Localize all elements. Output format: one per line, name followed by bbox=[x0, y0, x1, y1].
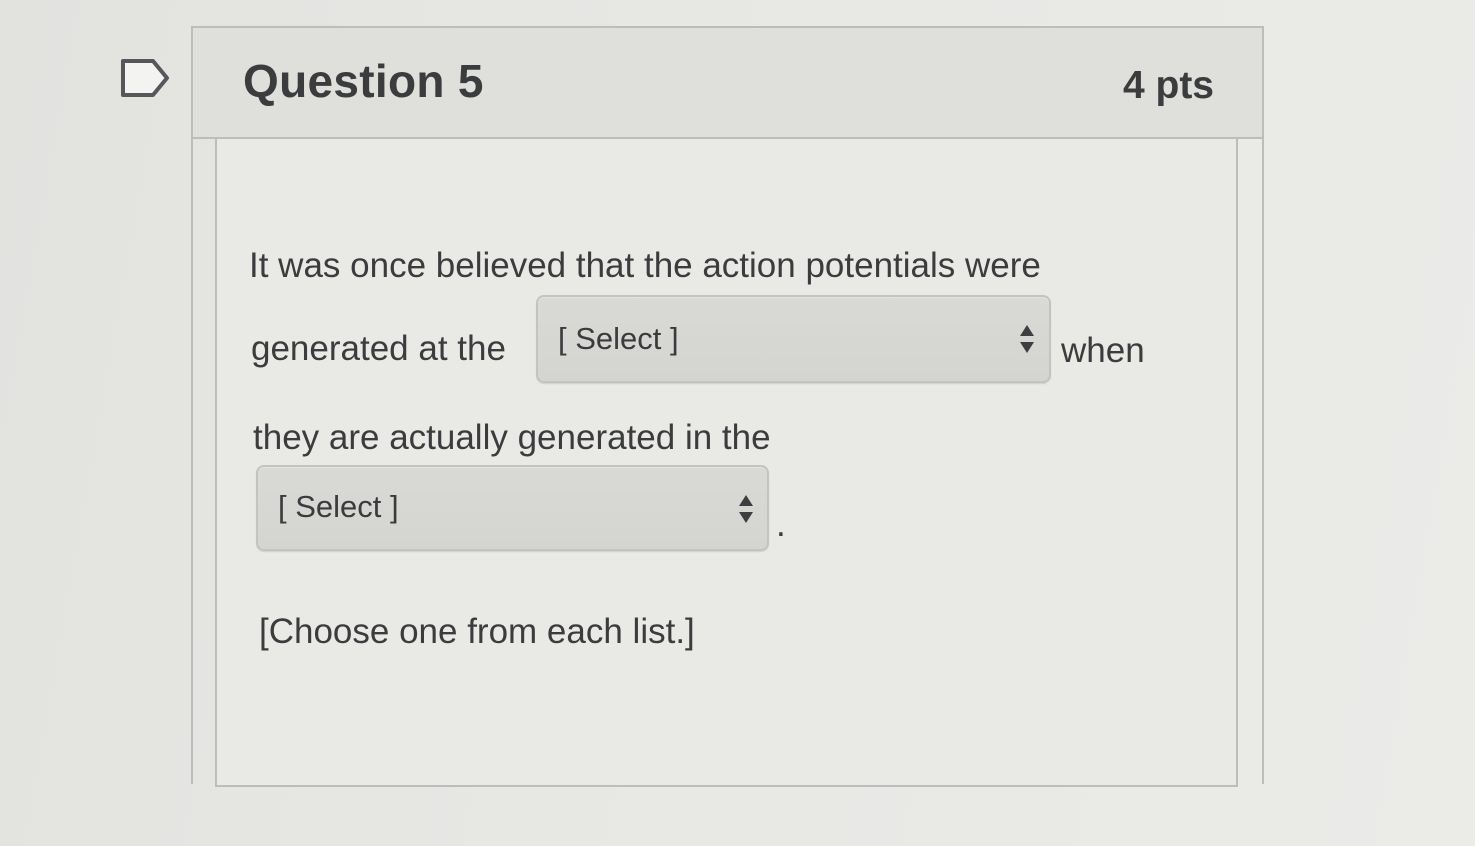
up-down-arrows-icon bbox=[1020, 325, 1034, 353]
blank-1-selected-value: [ Select ] bbox=[558, 321, 679, 356]
question-text-line3: they are actually generated in the bbox=[253, 418, 771, 457]
question-text-line2-suffix: when bbox=[1061, 331, 1145, 370]
blank-2-dropdown[interactable]: [ Select ] bbox=[256, 465, 769, 551]
question-header: Question 5 4 pts bbox=[193, 28, 1262, 139]
sentence-period: . bbox=[776, 505, 786, 544]
instruction-text: [Choose one from each list.] bbox=[259, 612, 695, 651]
question-body bbox=[215, 139, 1238, 787]
blank-1-dropdown[interactable]: [ Select ] bbox=[536, 295, 1051, 383]
question-text-line1: It was once believed that the action pot… bbox=[249, 246, 1041, 285]
question-points: 4 pts bbox=[1122, 64, 1214, 107]
blank-2-selected-value: [ Select ] bbox=[278, 489, 399, 524]
question-card: Question 5 4 pts bbox=[191, 26, 1264, 787]
up-down-arrows-icon bbox=[739, 495, 753, 523]
question-text-line2-prefix: generated at the bbox=[251, 329, 506, 368]
flag-question-icon[interactable] bbox=[119, 57, 171, 99]
question-title: Question 5 bbox=[243, 55, 484, 107]
